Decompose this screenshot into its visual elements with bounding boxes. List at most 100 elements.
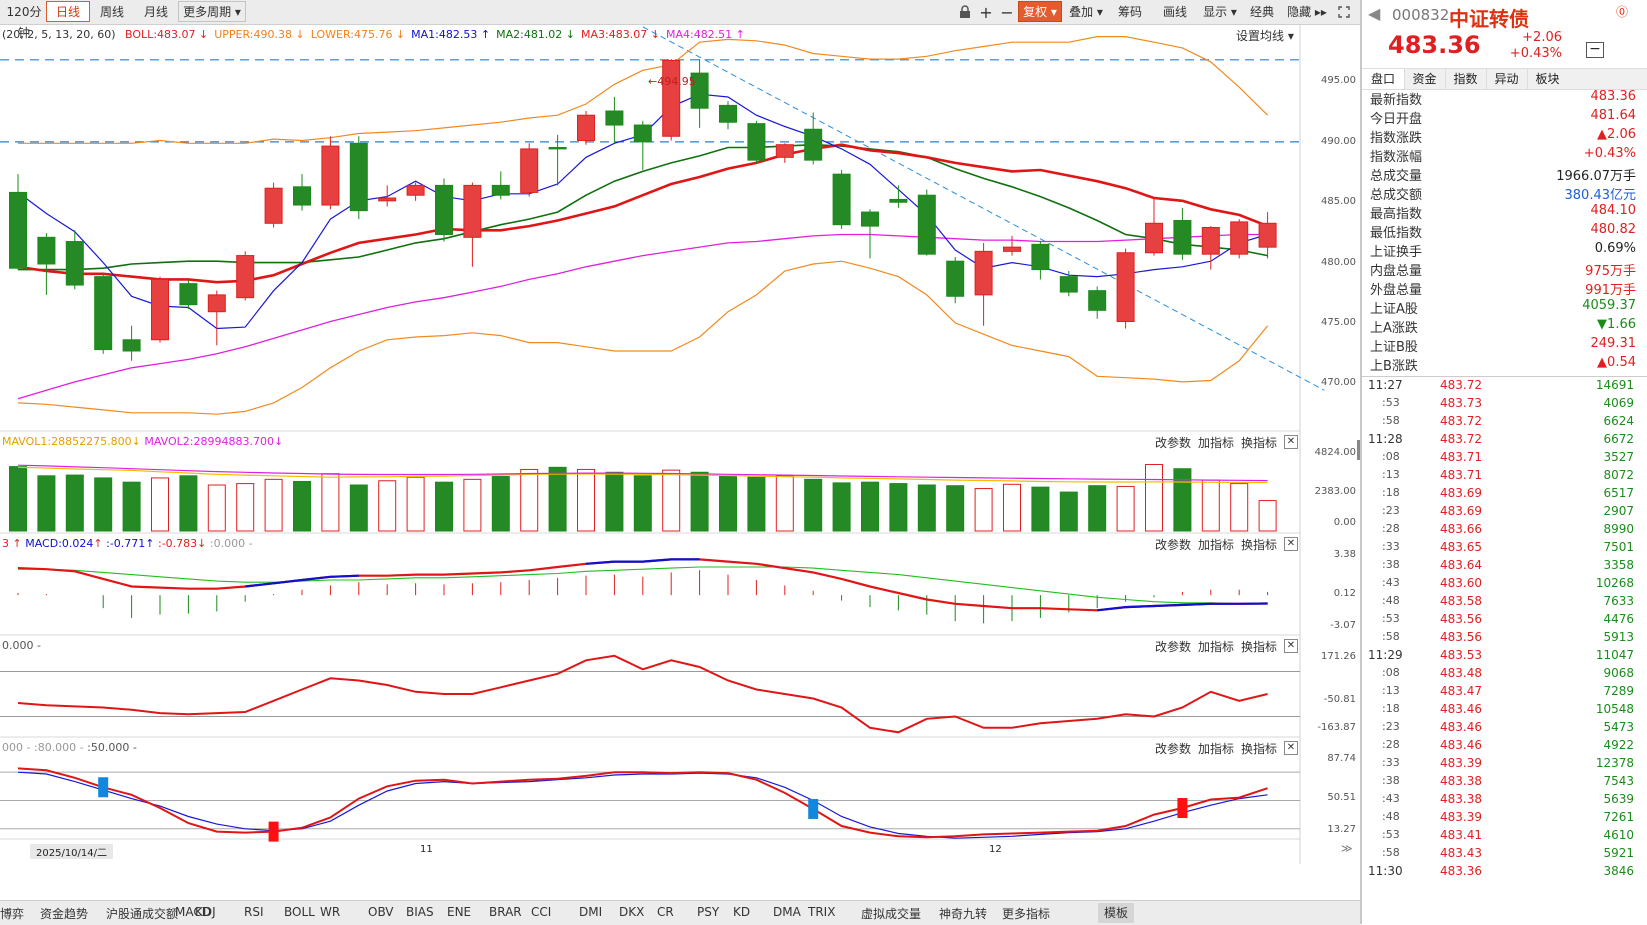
overlay-dropdown[interactable]: 叠加 ▾	[1064, 1, 1108, 22]
volume-bar	[633, 475, 652, 532]
kdj-a-arrow: -	[26, 741, 31, 754]
indicator-tab[interactable]: BRAR	[489, 905, 522, 919]
tab-funds[interactable]: 资金	[1404, 69, 1446, 89]
indicator-tab[interactable]: OBV	[368, 905, 394, 919]
candle-body	[491, 184, 510, 196]
tick-row: :58 483.43 5921	[1368, 846, 1634, 864]
prev-arrow-icon[interactable]: ◀	[1368, 4, 1380, 23]
candle-body	[179, 283, 198, 306]
vol-edit-params-button[interactable]: 改参数	[1155, 434, 1191, 451]
tick-price: 483.72	[1440, 432, 1482, 446]
hide-button[interactable]: 隐藏 ▸▸	[1284, 1, 1330, 22]
indicator-tab[interactable]: TRIX	[808, 905, 835, 919]
cci-switch-indicator-button[interactable]: 换指标	[1241, 638, 1277, 655]
stat-value: 481.64	[1590, 108, 1637, 123]
scroll-right-icon[interactable]: ≫	[1341, 842, 1353, 855]
kdj-signal-marker	[808, 798, 819, 819]
chart-canvas[interactable]	[0, 24, 1360, 900]
y-tick-kdj-0: 87.74	[1327, 753, 1356, 764]
indicator-tab[interactable]: 博弈	[0, 905, 24, 922]
panel-splitter-handle[interactable]	[1357, 440, 1360, 460]
tick-row: :28 483.46 4922	[1368, 738, 1634, 756]
indicator-tab[interactable]: 神奇九转	[939, 905, 987, 922]
kdj-add-indicator-button[interactable]: 加指标	[1198, 740, 1234, 757]
kdj-close-icon[interactable]: ✕	[1284, 741, 1298, 755]
tick-row: :58 483.56 5913	[1368, 630, 1634, 648]
indicator-tab[interactable]: ENE	[447, 905, 471, 919]
tick-row: :18 483.69 6517	[1368, 486, 1634, 504]
cci-add-indicator-button[interactable]: 加指标	[1198, 638, 1234, 655]
volume-bar	[151, 477, 169, 532]
indicator-tab[interactable]: 虚拟成交量	[861, 905, 921, 922]
indicator-tab[interactable]: 更多指标	[1002, 905, 1050, 922]
classic-button[interactable]: 经典	[1246, 1, 1278, 22]
kdj-edit-params-button[interactable]: 改参数	[1155, 740, 1191, 757]
indicator-tab[interactable]: 沪股通成交额	[106, 905, 178, 922]
kline-chart-area[interactable]: (20, 2, 5, 13, 20, 60) BOLL:483.07 ↓ UPPE…	[0, 24, 1360, 900]
volume-bar	[1003, 483, 1021, 532]
tab-anomaly[interactable]: 异动	[1486, 69, 1528, 89]
indicator-tab[interactable]: DMI	[579, 905, 602, 919]
tick-volume: 3846	[1603, 864, 1634, 878]
zoom-in-icon[interactable]: +	[976, 1, 996, 22]
lock-icon[interactable]	[955, 1, 975, 22]
macd-edit-params-button[interactable]: 改参数	[1155, 536, 1191, 553]
vol-close-icon[interactable]: ✕	[1284, 435, 1298, 449]
candle-body	[1173, 219, 1192, 255]
kdj-b-arrow: -	[79, 741, 84, 754]
macd-close-icon[interactable]: ✕	[1284, 537, 1298, 551]
stat-label: 指数涨幅	[1370, 150, 1423, 165]
tick-time: :13	[1382, 468, 1400, 481]
vol-switch-indicator-button[interactable]: 换指标	[1241, 434, 1277, 451]
indicator-tab[interactable]: BIAS	[406, 905, 434, 919]
vol-add-indicator-button[interactable]: 加指标	[1198, 434, 1234, 451]
period-weekly-button[interactable]: 周线	[90, 1, 134, 22]
zoom-out-icon[interactable]: −	[997, 1, 1017, 22]
period-120min-button[interactable]: 120分钟	[2, 1, 46, 40]
period-daily-button[interactable]: 日线	[46, 1, 90, 22]
fullscreen-icon[interactable]	[1333, 1, 1355, 22]
cci-edit-params-button[interactable]: 改参数	[1155, 638, 1191, 655]
tick-time: 11:27	[1368, 378, 1403, 392]
alert-icon[interactable]: ⓪	[1616, 3, 1628, 20]
more-periods-dropdown[interactable]: 更多周期 ▾	[178, 1, 246, 22]
tick-time: :33	[1382, 540, 1400, 553]
candle-body	[662, 59, 681, 137]
collapse-icon[interactable]: −	[1586, 42, 1604, 58]
tick-list[interactable]: 11:27 483.72 14691:53 483.73 4069:58 483.72 66…	[1362, 378, 1647, 924]
tick-volume: 3358	[1603, 558, 1634, 572]
adjust-right-dropdown[interactable]: 复权 ▾	[1018, 1, 1062, 22]
indicator-tab[interactable]: PSY	[697, 905, 719, 919]
draw-line-button[interactable]: 画线	[1155, 1, 1195, 22]
indicator-tab[interactable]: 模板	[1098, 903, 1135, 923]
indicator-tab[interactable]: CCI	[531, 905, 551, 919]
volume-bar	[65, 474, 84, 532]
volume-bar	[974, 488, 993, 532]
indicator-tab[interactable]: BOLL	[284, 905, 315, 919]
macd-switch-indicator-button[interactable]: 换指标	[1241, 536, 1277, 553]
period-monthly-button[interactable]: 月线	[134, 1, 178, 22]
volume-bar	[378, 480, 397, 532]
chips-button[interactable]: 筹码	[1110, 1, 1150, 22]
tab-index[interactable]: 指数	[1445, 69, 1487, 89]
indicator-tab[interactable]: KDJ	[195, 905, 216, 919]
ma-settings-dropdown[interactable]: 设置均线 ▾	[1236, 27, 1294, 44]
tick-row: :53 483.41 4610	[1368, 828, 1634, 846]
tick-volume: 4610	[1603, 828, 1634, 842]
display-dropdown[interactable]: 显示 ▾	[1198, 1, 1242, 22]
indicator-tab[interactable]: 资金趋势	[40, 905, 88, 922]
tick-price: 483.65	[1440, 540, 1482, 554]
macd-add-indicator-button[interactable]: 加指标	[1198, 536, 1234, 553]
indicator-tab[interactable]: DKX	[619, 905, 644, 919]
tab-handicap[interactable]: 盘口	[1362, 69, 1405, 89]
indicator-tab[interactable]: DMA	[773, 905, 801, 919]
cci-close-icon[interactable]: ✕	[1284, 639, 1298, 653]
stat-row: 最高指数 484.10	[1370, 203, 1636, 222]
indicator-tab[interactable]: CR	[657, 905, 674, 919]
tick-time: 11:29	[1368, 648, 1403, 662]
indicator-tab[interactable]: WR	[320, 905, 340, 919]
indicator-tab[interactable]: KD	[733, 905, 750, 919]
indicator-tab[interactable]: RSI	[244, 905, 264, 919]
tab-sector[interactable]: 板块	[1527, 69, 1568, 89]
kdj-switch-indicator-button[interactable]: 换指标	[1241, 740, 1277, 757]
